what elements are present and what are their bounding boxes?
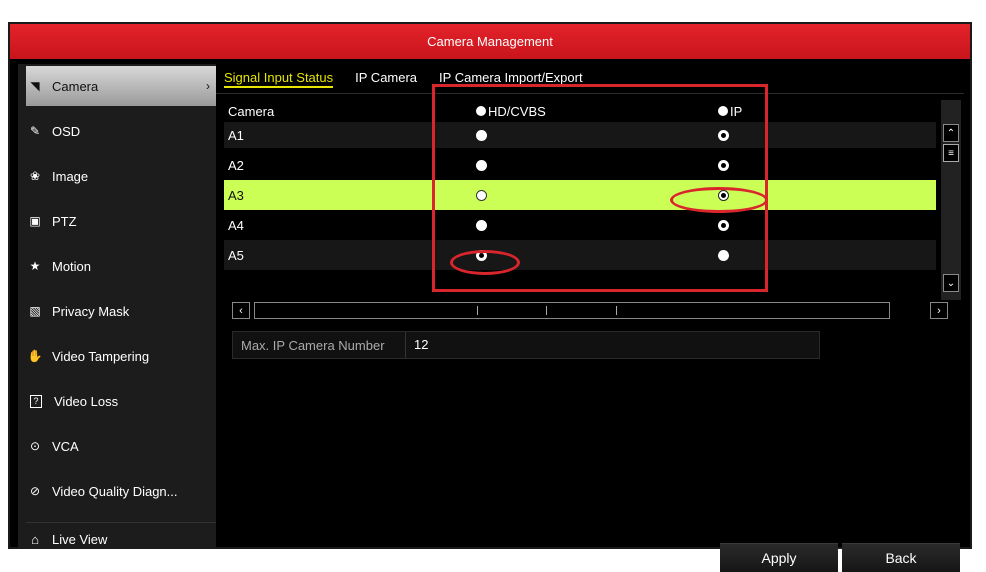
sidebar-item-vca[interactable]: ⊙ VCA [26,426,216,466]
sidebar-item-label: Privacy Mask [52,303,130,319]
camera-name: A2 [228,157,244,173]
video-tampering-icon: ✋ [27,349,43,363]
max-ip-camera-field: Max. IP Camera Number 12 [232,331,820,359]
vertical-scrollbar[interactable]: ⌃ ≡ ⌄ [941,100,961,300]
camera-name: A4 [228,217,244,233]
sidebar-item-privacy-mask[interactable]: ▧ Privacy Mask [26,291,216,331]
scroll-left-button[interactable]: ‹ [232,302,250,319]
sidebar-item-osd[interactable]: ✎ OSD [26,111,216,151]
annotation-ellipse-a3-ip [670,187,768,213]
scroll-tick [546,306,547,315]
sidebar-item-camera[interactable]: ◥ Camera › [26,66,216,106]
ptz-icon: ▣ [29,214,41,228]
sidebar-item-label: Video Loss [54,393,119,409]
sidebar-item-video-tampering[interactable]: ✋ Video Tampering [26,336,216,376]
sidebar-item-label: Motion [52,258,92,274]
sidebar-item-label: Camera [52,78,99,94]
sidebar: ◥ Camera › ✎ OSD ❀ Image ▣ PTZ ★ Motion … [18,64,216,549]
privacy-mask-icon: ▧ [29,304,41,318]
home-icon: ⌂ [31,531,39,547]
scroll-tick [477,306,478,315]
tab-ip-camera[interactable]: IP Camera [355,70,417,88]
camera-name: A5 [228,247,244,263]
divider [26,522,216,523]
window-title: Camera Management [10,24,970,59]
scroll-tick [616,306,617,315]
camera-name: A1 [228,127,244,143]
camera-icon: ◥ [30,79,40,93]
sidebar-item-label: Video Quality Diagn... [52,483,178,499]
osd-icon: ✎ [29,124,41,138]
column-header-camera: Camera [228,103,275,119]
scroll-right-button[interactable]: › [930,302,948,319]
sidebar-item-label: Video Tampering [52,348,150,364]
video-loss-icon: ? [30,394,42,408]
chevron-right-icon: › [206,79,210,93]
annotation-ellipse-a5-hd [450,250,520,275]
sidebar-item-label: Image [52,168,89,184]
motion-icon: ★ [29,259,41,273]
scroll-thumb[interactable]: ≡ [943,144,959,162]
scroll-up-button[interactable]: ⌃ [943,124,959,142]
sidebar-item-label: PTZ [52,213,77,229]
video-quality-icon: ⊘ [29,484,41,498]
camera-name: A3 [228,187,244,203]
scroll-down-button[interactable]: ⌄ [943,274,959,292]
apply-button[interactable]: Apply [720,543,838,572]
live-view-button[interactable]: ⌂ Live View [26,530,216,548]
live-view-label: Live View [52,531,108,547]
horizontal-scrollbar[interactable]: ‹ › [232,301,960,321]
vca-icon: ⊙ [29,439,41,453]
max-ip-camera-value: 12 [405,332,428,358]
sidebar-item-label: VCA [52,438,79,454]
image-icon: ❀ [29,169,41,183]
sidebar-item-video-quality-diagnostics[interactable]: ⊘ Video Quality Diagn... [26,471,216,511]
sidebar-item-image[interactable]: ❀ Image [26,156,216,196]
sidebar-item-label: OSD [52,123,81,139]
max-ip-camera-label: Max. IP Camera Number [241,338,385,353]
tab-signal-input-status[interactable]: Signal Input Status [224,70,334,88]
scroll-track[interactable] [254,302,890,319]
sidebar-item-video-loss[interactable]: ? Video Loss [26,381,216,421]
sidebar-item-motion[interactable]: ★ Motion [26,246,216,286]
sidebar-item-ptz[interactable]: ▣ PTZ [26,201,216,241]
back-button[interactable]: Back [842,543,960,572]
